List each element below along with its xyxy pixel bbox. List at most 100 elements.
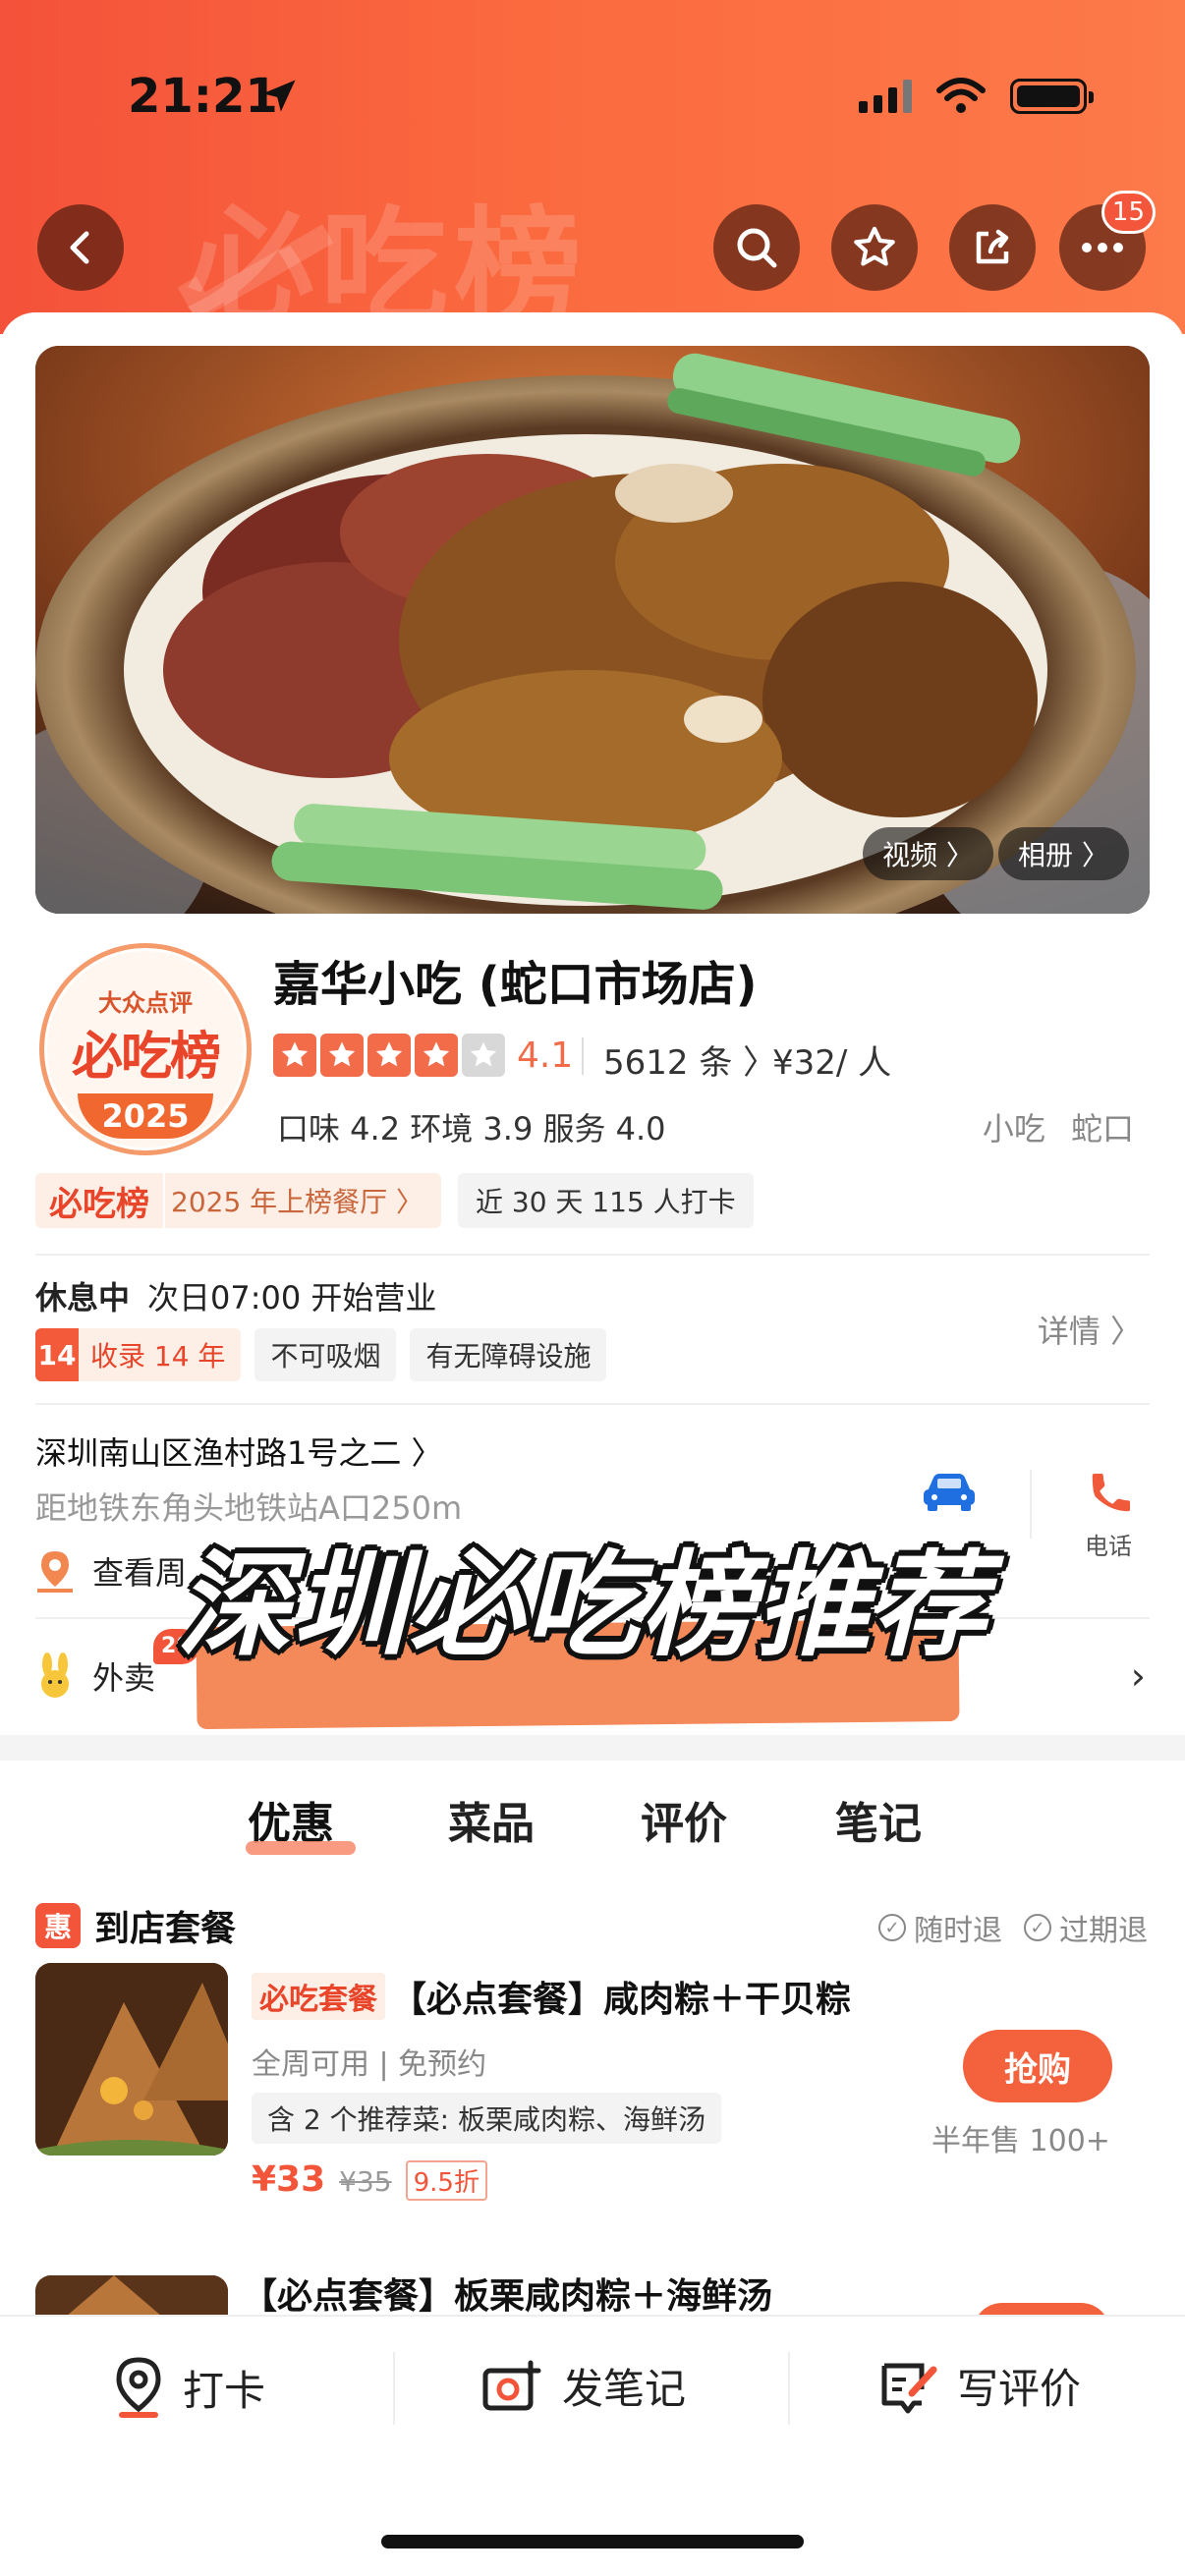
seal-brand: 大众点评 xyxy=(98,989,193,1017)
rating-score: 4.1 xyxy=(517,1036,574,1076)
content-tabs: 优惠 菜品 评价 笔记 xyxy=(0,1788,1185,1857)
status-time: 21:21 xyxy=(128,69,278,124)
video-button[interactable]: 视频 〉 xyxy=(863,827,993,880)
deal-thumbnail[interactable] xyxy=(35,1963,228,2156)
check-circle-icon: ✓ xyxy=(1024,1914,1051,1941)
status-icons xyxy=(859,77,1094,116)
phone-icon[interactable] xyxy=(1087,1468,1134,1519)
tab-notes[interactable]: 笔记 xyxy=(835,1788,922,1851)
chevron-right-icon[interactable]: › xyxy=(1131,1654,1146,1698)
feature-chips: 14 收录 14 年 不可吸烟 有无障碍设施 xyxy=(35,1328,607,1381)
deal-2-title[interactable]: 【必点套餐】板栗咸肉粽＋海鲜汤 xyxy=(242,2268,772,2319)
tab-dishes[interactable]: 菜品 xyxy=(448,1788,535,1851)
refund-expired-flag: ✓ 过期退 xyxy=(1024,1906,1148,1949)
vertical-divider xyxy=(393,2352,395,2425)
star-icon xyxy=(273,1034,316,1077)
location-pin-icon xyxy=(116,2357,161,2418)
album-button[interactable]: 相册 〉 xyxy=(998,827,1129,880)
checkin-button[interactable]: 打卡 xyxy=(112,2356,265,2419)
rank-text: 2025 年上榜餐厅 〉 xyxy=(163,1173,442,1228)
details-link[interactable]: 详情 〉 xyxy=(1038,1307,1142,1352)
star-rating xyxy=(273,1034,505,1077)
star-icon xyxy=(367,1034,411,1077)
rabbit-mascot-icon xyxy=(41,1652,69,1698)
deal-1-title[interactable]: 必吃套餐 【必点套餐】咸肉粽＋干贝粽 xyxy=(252,1971,851,2022)
location-arrow-icon xyxy=(262,80,296,112)
must-eat-seal: 大众点评 必吃榜 2025 xyxy=(39,943,252,1155)
home-indicator xyxy=(381,2535,804,2548)
star-icon xyxy=(320,1034,364,1077)
deal-1-name: 【必点套餐】咸肉粽＋干贝粽 xyxy=(391,1980,852,2020)
star-icon xyxy=(415,1034,458,1077)
sub-scores: 口味 4.2 环境 3.9 服务 4.0 xyxy=(277,1110,666,1148)
deal-badge: 必吃套餐 xyxy=(252,1973,385,2020)
address-link[interactable]: 深圳南山区渔村路1号之二 〉 xyxy=(35,1428,443,1474)
shop-name: 嘉华小吃 (蛇口市场店) xyxy=(273,957,758,1012)
hours-next: 次日07:00 开始营业 xyxy=(147,1279,437,1316)
star-icon xyxy=(854,226,895,266)
deal-section-header: 惠 到店套餐 xyxy=(35,1900,236,1951)
wifi-icon xyxy=(936,78,986,113)
map-pin-icon xyxy=(37,1551,73,1593)
nearby-link[interactable]: 查看周 xyxy=(35,1548,187,1594)
review-count-link[interactable]: 5612 条 〉 xyxy=(603,1036,776,1084)
nearby-label: 查看周 xyxy=(92,1554,188,1592)
more-dots-icon xyxy=(1082,243,1123,252)
buy-button[interactable]: 抢购 xyxy=(963,2030,1112,2102)
share-button[interactable] xyxy=(949,204,1036,291)
years-number: 14 xyxy=(35,1328,79,1381)
category-area: 小吃 蛇口 xyxy=(982,1110,1134,1148)
no-smoking-chip: 不可吸烟 xyxy=(254,1328,397,1381)
share-icon xyxy=(976,229,1009,264)
check-circle-icon: ✓ xyxy=(878,1914,906,1941)
rank-chip[interactable]: 必吃榜 2025 年上榜餐厅 〉 xyxy=(35,1173,442,1228)
business-hours[interactable]: 休息中 次日07:00 开始营业 xyxy=(35,1273,436,1318)
avg-price: ¥32/ 人 xyxy=(772,1043,892,1083)
camera-plus-icon xyxy=(482,2360,541,2410)
years-listed-chip: 14 收录 14 年 xyxy=(35,1328,242,1381)
review-label: 写评价 xyxy=(957,2365,1082,2413)
price-now: ¥33 xyxy=(252,2159,326,2200)
write-review-button[interactable]: 写评价 xyxy=(878,2356,1081,2416)
price-original: ¥35 xyxy=(339,2165,392,2198)
delivery-label: 外卖 xyxy=(92,1659,156,1697)
sold-count: 半年售 100+ xyxy=(931,2124,1110,2158)
checkin-count: 近 30 天 115 人打卡 xyxy=(458,1173,754,1228)
delivery-row[interactable]: 外卖 xyxy=(35,1652,155,1700)
deal-section-title: 到店套餐 xyxy=(94,1909,237,1949)
checkin-label: 打卡 xyxy=(183,2366,266,2415)
edit-review-icon xyxy=(881,2363,937,2413)
divider xyxy=(35,1254,1150,1256)
discount-icon: 惠 xyxy=(35,1903,81,1948)
back-button[interactable] xyxy=(37,204,124,291)
seal-year: 2025 xyxy=(78,1093,213,1139)
deal-1-includes: 含 2 个推荐菜: 板栗咸肉粽、海鲜汤 xyxy=(252,2093,721,2144)
rating-divider xyxy=(582,1037,584,1075)
favorite-button[interactable] xyxy=(831,204,918,291)
hours-status: 休息中 xyxy=(35,1279,131,1316)
search-button[interactable] xyxy=(713,204,800,291)
battery-icon xyxy=(1010,79,1094,114)
refund-anytime-flag: ✓ 随时退 xyxy=(878,1906,1002,1949)
phone-label[interactable]: 电话 xyxy=(1085,1527,1132,1561)
star-empty-icon xyxy=(462,1034,505,1077)
deal-1-terms: 全周可用 | 免预约 xyxy=(252,2047,487,2082)
notification-badge: 15 xyxy=(1100,191,1156,234)
hero-photo[interactable] xyxy=(35,346,1150,914)
signal-icon xyxy=(859,80,912,113)
chevron-left-icon xyxy=(70,231,89,264)
section-gap xyxy=(0,1735,1185,1761)
more-button[interactable]: 15 xyxy=(1059,191,1156,291)
years-text: 收录 14 年 xyxy=(90,1340,226,1372)
write-note-button[interactable]: 发笔记 xyxy=(481,2356,686,2416)
note-label: 发笔记 xyxy=(562,2365,687,2413)
search-icon xyxy=(737,228,777,268)
accessible-chip: 有无障碍设施 xyxy=(410,1328,607,1381)
tab-reviews[interactable]: 评价 xyxy=(641,1788,727,1851)
car-icon[interactable] xyxy=(920,1470,979,1513)
active-tab-indicator xyxy=(246,1841,356,1855)
vertical-divider xyxy=(788,2352,790,2425)
discount-badge: 9.5折 xyxy=(405,2160,487,2201)
vertical-divider xyxy=(1030,1470,1032,1539)
seal-title: 必吃榜 xyxy=(71,1028,221,1087)
